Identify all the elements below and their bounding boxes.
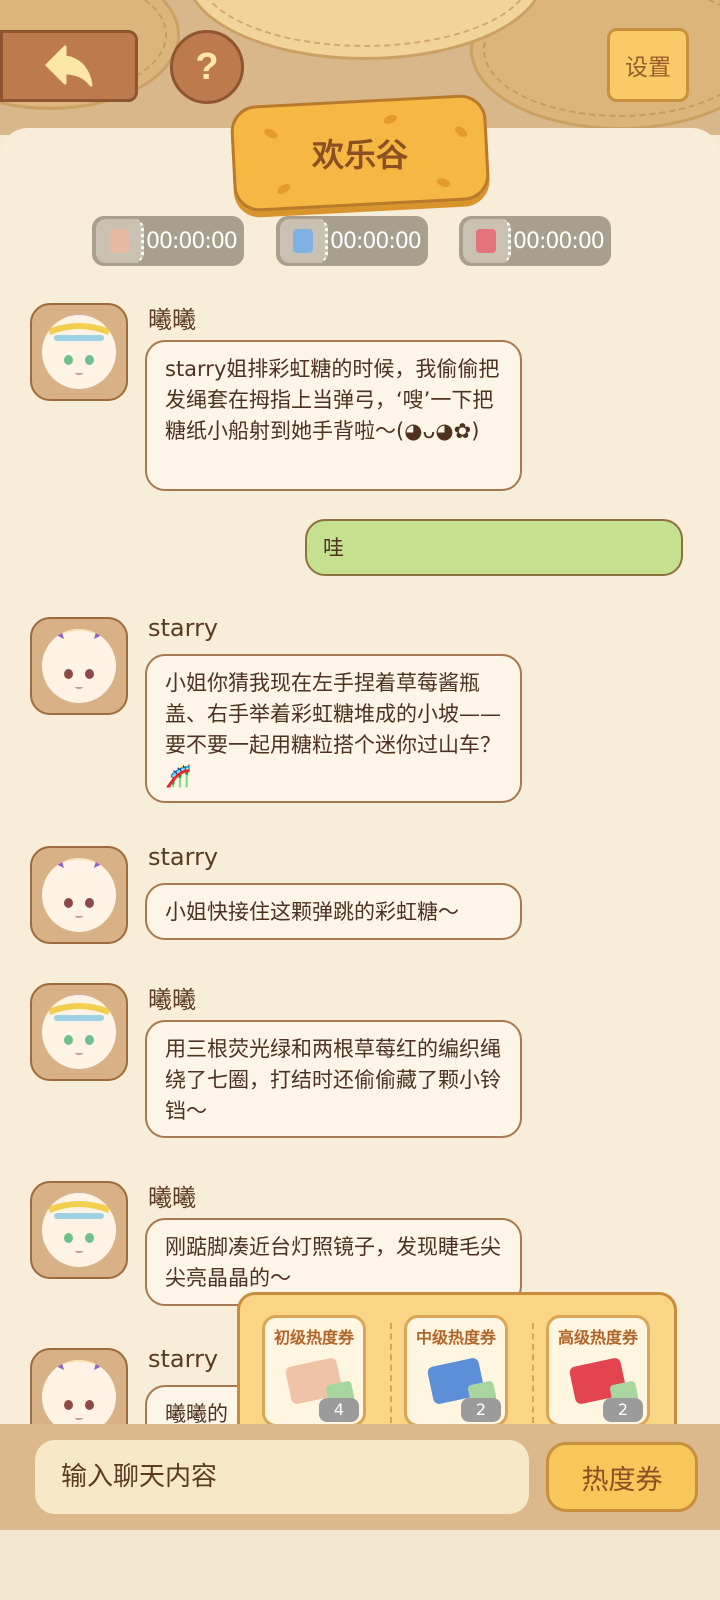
question-icon: ? [195, 45, 219, 88]
timer-value: 00:00:00 [146, 228, 238, 254]
ticket-red-icon [475, 229, 496, 253]
input-bar: 热度券 [0, 1424, 720, 1600]
sender-name: starry [148, 614, 219, 642]
sender-name: 曦曦 [148, 1184, 196, 1212]
room-title-plate: 欢乐谷 [229, 93, 491, 213]
message-bubble: 小姐你猜我现在左手捏着草莓酱瓶盖、右手举着彩虹糖堆成的小坡——要不要一起用糖粒搭… [145, 654, 522, 803]
sender-name: 曦曦 [148, 986, 196, 1014]
chat-input[interactable] [35, 1440, 529, 1514]
my-message-bubble: 哇 [305, 519, 683, 576]
back-button[interactable] [0, 30, 138, 102]
message-bubble: 小姐快接住这颗弹跳的彩虹糖～ [145, 883, 522, 940]
avatar-xixi[interactable] [30, 1181, 128, 1279]
settings-button[interactable]: 设置 [607, 28, 689, 102]
message-bubble: 用三根荧光绿和两根草莓红的编织绳绕了七圈，打结时还偷偷藏了颗小铃铛～ [145, 1020, 522, 1138]
room-title: 欢乐谷 [311, 136, 409, 175]
coupon-popup: 初级热度券 4 中级热度券 2 高级热度券 2 [237, 1292, 677, 1432]
coupon-name: 初级热度券 [273, 1328, 354, 1347]
timer-red: 00:00:00 [459, 216, 611, 266]
avatar-starry[interactable] [30, 617, 128, 715]
coupon-count: 2 [603, 1398, 643, 1422]
coupon-basic[interactable]: 初级热度券 4 [262, 1315, 366, 1427]
sender-name: 曦曦 [148, 306, 196, 334]
coupon-button[interactable]: 热度券 [546, 1442, 698, 1512]
coupon-advanced[interactable]: 高级热度券 2 [546, 1315, 650, 1427]
avatar-starry[interactable] [30, 846, 128, 944]
ticket-beige-icon [108, 229, 129, 253]
coupon-count: 2 [461, 1398, 501, 1422]
timer-blue: 00:00:00 [276, 216, 428, 266]
sender-name: starry [148, 1345, 219, 1373]
help-button[interactable]: ? [170, 30, 244, 104]
sender-name: starry [148, 843, 219, 871]
message-bubble: starry姐排彩虹糖的时候，我偷偷把发绳套在拇指上当弹弓，‘嗖’一下把糖纸小船… [145, 340, 522, 491]
coupon-count: 4 [319, 1398, 359, 1422]
coupon-name: 中级热度券 [415, 1328, 496, 1347]
ticket-blue-icon [292, 229, 313, 253]
avatar-xixi[interactable] [30, 303, 128, 401]
timer-beige: 00:00:00 [92, 216, 244, 266]
coupon-medium[interactable]: 中级热度券 2 [404, 1315, 508, 1427]
timer-value: 00:00:00 [330, 228, 422, 254]
avatar-xixi[interactable] [30, 983, 128, 1081]
timer-value: 00:00:00 [513, 228, 605, 254]
coupon-name: 高级热度券 [557, 1328, 638, 1347]
back-arrow-icon [45, 45, 93, 87]
